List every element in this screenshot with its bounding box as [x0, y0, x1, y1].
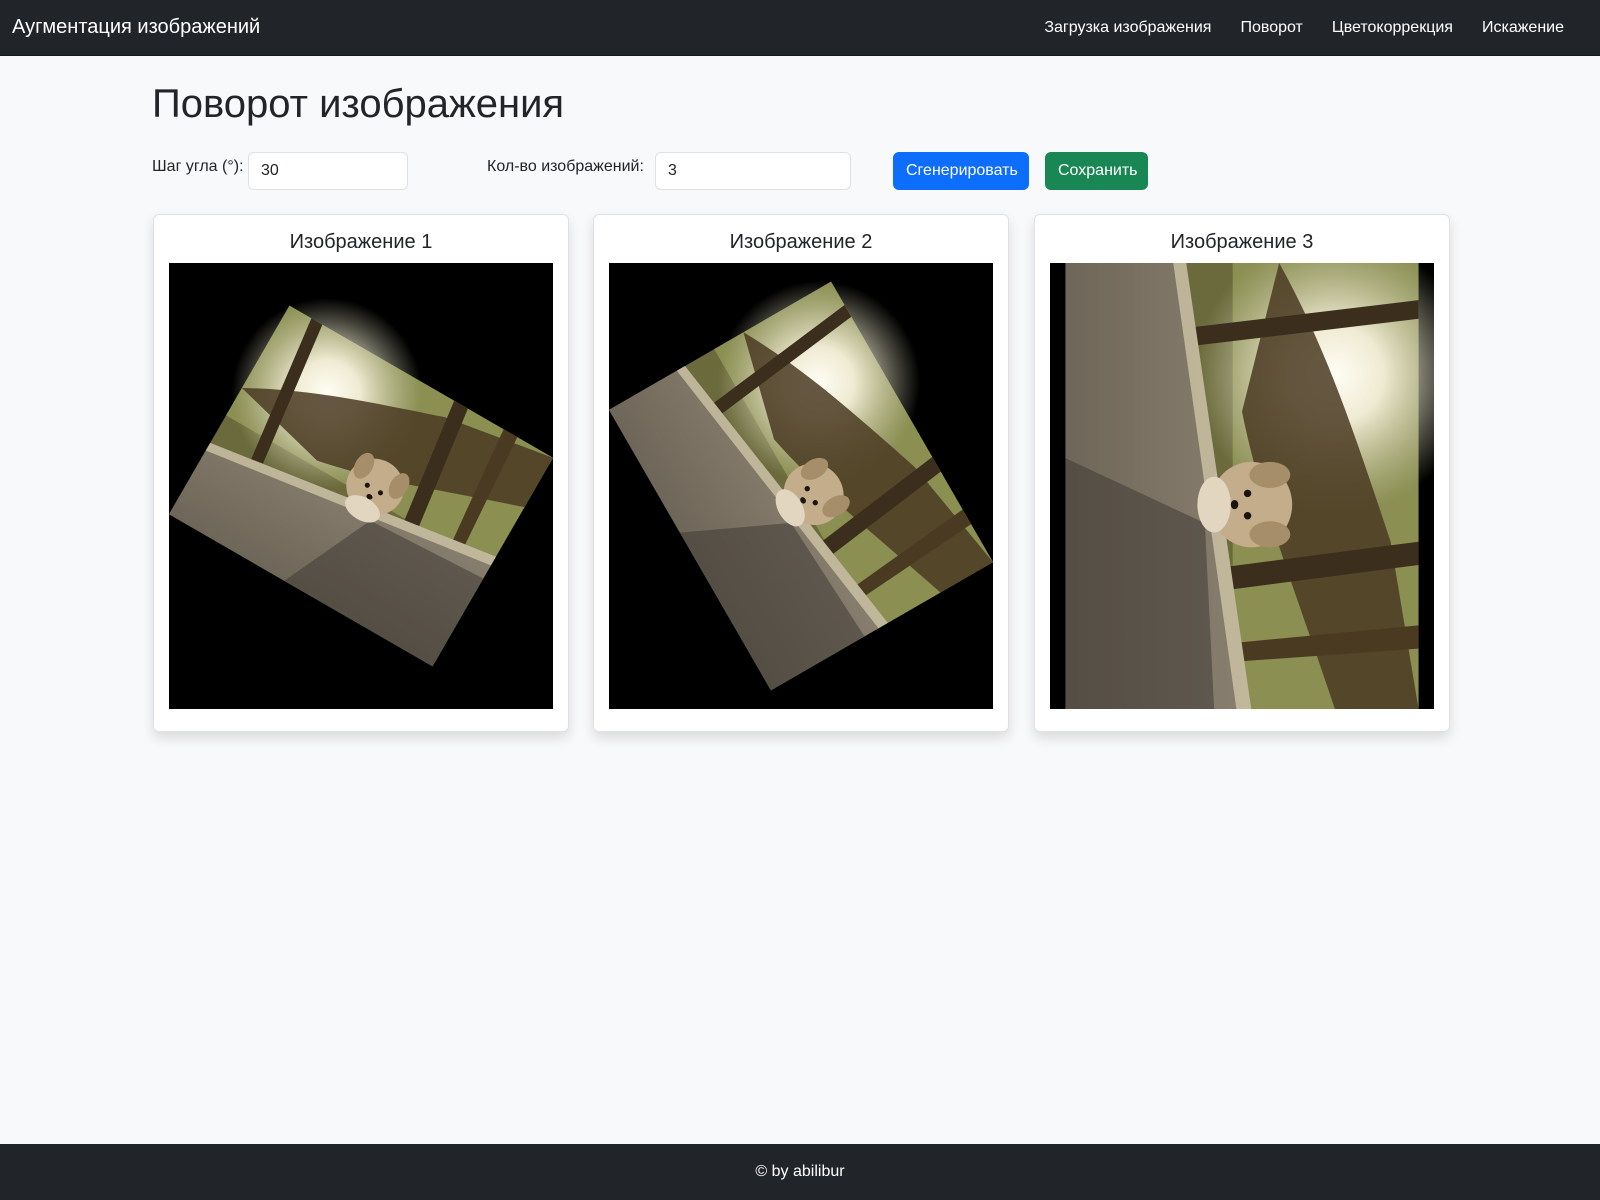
angle-step-label: Шаг угла (°): [152, 158, 244, 175]
nav-link-rotation[interactable]: Поворот [1240, 19, 1302, 37]
rotated-image [609, 263, 993, 709]
rotated-image-card-1: Изображение 1 [153, 214, 569, 732]
rotation-controls: Шаг угла (°): Кол-во изображений: Сгенер… [152, 152, 1452, 190]
card-title: Изображение 3 [1170, 231, 1314, 253]
nav-link-color-correction[interactable]: Цветокоррекция [1332, 19, 1453, 37]
rotated-image-card-3: Изображение 3 [1034, 214, 1450, 732]
nav-link-upload[interactable]: Загрузка изображения [1044, 19, 1211, 37]
footer-credit: © by abilibur [755, 1163, 845, 1180]
card-title: Изображение 2 [729, 231, 873, 253]
save-button[interactable]: Сохранить [1045, 152, 1148, 190]
page-title: Поворот изображения [152, 82, 565, 126]
nav-link-distortion[interactable]: Искажение [1482, 19, 1564, 37]
generate-button[interactable]: Сгенерировать [893, 152, 1029, 190]
card-title: Изображение 1 [289, 231, 433, 253]
nav-links: Загрузка изображения Поворот Цветокоррек… [1044, 19, 1588, 37]
rotated-image [169, 263, 553, 709]
rotated-image [1050, 263, 1434, 709]
top-navbar: Аугментация изображений Загрузка изображ… [0, 0, 1600, 56]
navbar-brand[interactable]: Аугментация изображений [12, 16, 260, 39]
rotated-image-card-2: Изображение 2 [593, 214, 1009, 732]
image-count-input[interactable] [655, 152, 851, 190]
angle-step-input[interactable] [248, 152, 408, 190]
image-count-label: Кол-во изображений: [487, 158, 644, 175]
page-footer: © by abilibur [0, 1144, 1600, 1200]
